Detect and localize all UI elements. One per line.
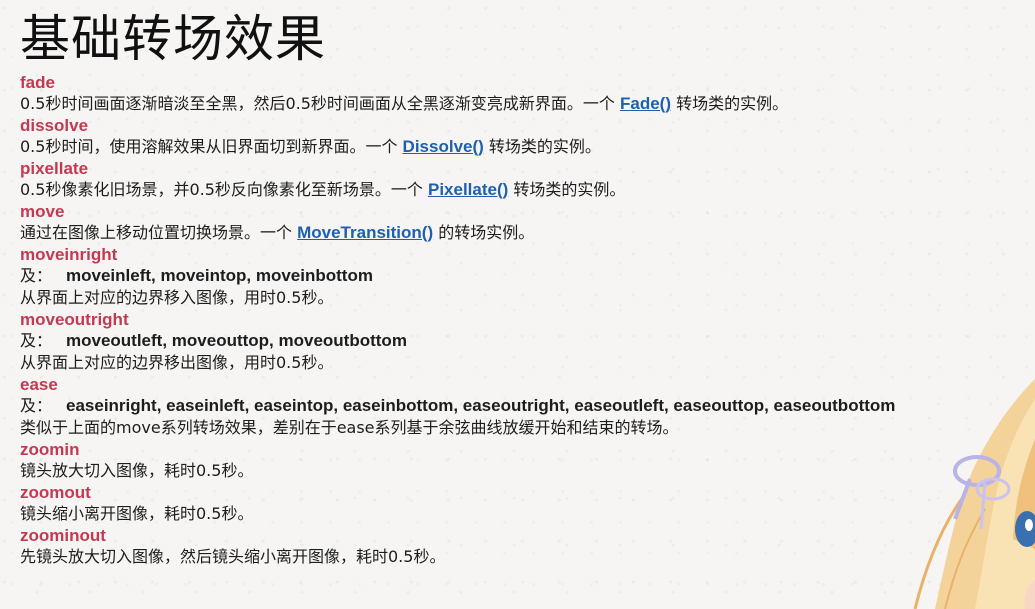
entry-name: ease [20,375,58,394]
entry-name: moveinright [20,245,118,264]
entry-moveoutright: moveoutright 及： moveoutleft, moveouttop, … [20,309,920,374]
entry-desc: 0.5秒像素化旧场景，并0.5秒反向像素化至新场景。一个 Pixellate()… [20,180,626,199]
entry-desc: 0.5秒时间画面逐渐暗淡至全黑，然后0.5秒时间画面从全黑逐渐变亮成新界面。一个… [20,94,789,113]
entry-name: fade [20,73,55,92]
entry-move: move 通过在图像上移动位置切换场景。一个 MoveTransition() … [20,201,920,244]
entry-name: dissolve [20,116,89,135]
page-title: 基础转场效果 [20,10,326,68]
dissolve-link[interactable]: Dissolve() [403,137,484,156]
entry-desc: 先镜头放大切入图像，然后镜头缩小离开图像，耗时0.5秒。 [20,547,446,566]
entry-pixellate: pixellate 0.5秒像素化旧场景，并0.5秒反向像素化至新场景。一个 P… [20,158,920,201]
entry-desc: 从界面上对应的边界移入图像，用时0.5秒。 [20,288,334,307]
entry-moveinright: moveinright 及： moveinleft, moveintop, mov… [20,244,920,309]
entry-fade: fade 0.5秒时间画面逐渐暗淡至全黑，然后0.5秒时间画面从全黑逐渐变亮成新… [20,72,920,115]
entry-zoomin: zoomin 镜头放大切入图像，耗时0.5秒。 [20,439,920,482]
entry-zoominout: zoominout 先镜头放大切入图像，然后镜头缩小离开图像，耗时0.5秒。 [20,525,920,568]
entry-dissolve: dissolve 0.5秒时间，使用溶解效果从旧界面切到新界面。一个 Disso… [20,115,920,158]
entry-aliases: 及： moveinleft, moveintop, moveinbottom [20,266,373,285]
entry-name: moveoutright [20,310,129,329]
movetransition-link[interactable]: MoveTransition() [297,223,433,242]
transition-list: fade 0.5秒时间画面逐渐暗淡至全黑，然后0.5秒时间画面从全黑逐渐变亮成新… [20,72,920,568]
entry-name: zoominout [20,526,106,545]
entry-aliases: 及： moveoutleft, moveouttop, moveoutbottom [20,331,407,350]
entry-desc: 0.5秒时间，使用溶解效果从旧界面切到新界面。一个 Dissolve() 转场类… [20,137,601,156]
fade-link[interactable]: Fade() [620,94,671,113]
pixellate-link[interactable]: Pixellate() [428,180,508,199]
entry-aliases: 及： easeinright, easeinleft, easeintop, ea… [20,396,896,415]
entry-desc: 镜头缩小离开图像，耗时0.5秒。 [20,504,254,523]
entry-name: zoomin [20,440,80,459]
entry-zoomout: zoomout 镜头缩小离开图像，耗时0.5秒。 [20,482,920,525]
entry-ease: ease 及： easeinright, easeinleft, easeinto… [20,374,920,439]
entry-desc: 从界面上对应的边界移出图像，用时0.5秒。 [20,353,334,372]
entry-name: pixellate [20,159,89,178]
entry-desc: 类似于上面的move系列转场效果，差别在于ease系列基于余弦曲线放缓开始和结束… [20,418,679,437]
entry-desc: 通过在图像上移动位置切换场景。一个 MoveTransition() 的转场实例… [20,223,535,242]
entry-name: move [20,202,65,221]
anime-character-illustration [913,379,1035,609]
entry-desc: 镜头放大切入图像，耗时0.5秒。 [20,461,254,480]
entry-name: zoomout [20,483,91,502]
